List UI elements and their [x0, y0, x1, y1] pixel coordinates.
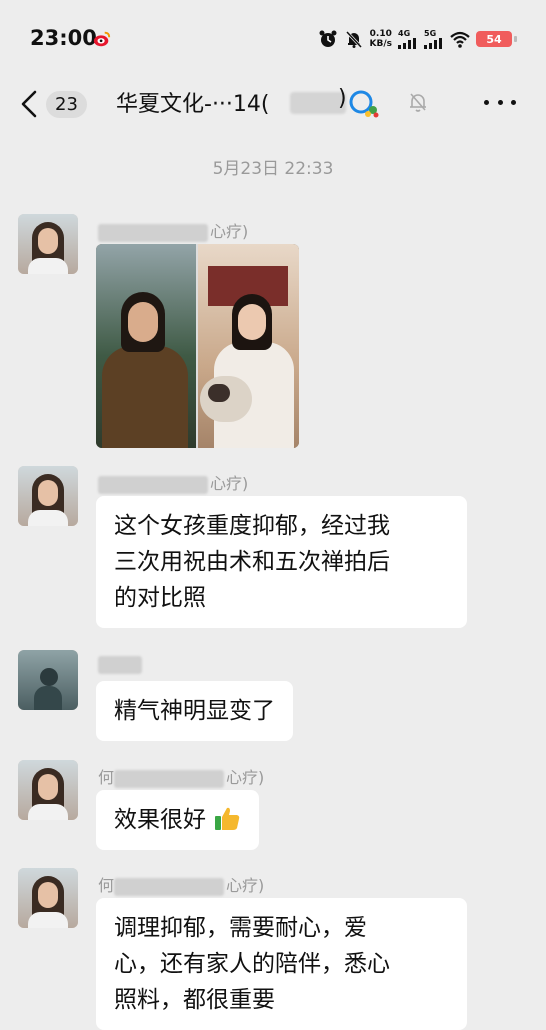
sender-name: 心疗): [98, 470, 248, 494]
text-message-bubble[interactable]: 精气神明显变了: [96, 681, 293, 741]
net1-label: 4G: [398, 29, 411, 38]
status-time: 23:00: [30, 26, 97, 50]
mute-notification-icon[interactable]: [406, 90, 430, 114]
sender-redaction: [114, 877, 225, 896]
network-speed: 0.10 KB/s: [370, 29, 392, 49]
message-line: 心，还有家人的陪伴，悉心: [114, 951, 390, 977]
status-bar: 23:00 0.10 KB/s 4G 5G 54: [0, 0, 546, 78]
sender-name: [98, 654, 144, 674]
avatar[interactable]: [18, 466, 78, 526]
alarm-icon: [319, 30, 337, 47]
chat-title[interactable]: 华夏文化-···14(: [116, 86, 270, 118]
unread-count-badge: 23: [46, 90, 87, 118]
silent-bell-icon: [345, 30, 362, 49]
avatar[interactable]: [18, 214, 78, 274]
dot-icon: [511, 99, 516, 105]
signal-bars-icon: [398, 38, 416, 49]
chevron-left-icon: [21, 90, 37, 118]
message-line: 效果很好: [114, 807, 206, 833]
sender-name: 心疗): [98, 218, 248, 242]
text-message-bubble[interactable]: 效果很好: [96, 790, 260, 850]
weibo-icon: [93, 31, 111, 47]
avatar[interactable]: [18, 650, 78, 710]
image-message[interactable]: [96, 244, 299, 448]
sender-redaction: [114, 769, 225, 788]
status-icons: 0.10 KB/s 4G 5G 54: [318, 26, 517, 52]
text-message-bubble[interactable]: 调理抑郁，需要耐心，爱 心，还有家人的陪伴，悉心 照料，都很重要: [96, 898, 467, 1030]
message-line: 精气神明显变了: [114, 698, 275, 724]
signal-5g: 5G: [424, 29, 444, 49]
sender-redaction: [98, 223, 208, 242]
message-line: 这个女孩重度抑郁，经过我: [114, 513, 390, 539]
message-timestamp: 5月23日 22:33: [212, 159, 334, 179]
back-button[interactable]: 23: [20, 84, 92, 124]
speed-unit: KB/s: [369, 39, 392, 49]
message-line: 调理抑郁，需要耐心，爱: [114, 915, 367, 941]
dot-icon: [484, 99, 489, 105]
signal-4g: 4G: [398, 29, 418, 49]
chat-header: 23 华夏文化-···14( ): [0, 78, 546, 134]
sender-redaction: [98, 475, 208, 494]
message-line: 照料，都很重要: [114, 987, 275, 1013]
sender-redaction: [98, 655, 142, 674]
text-message-bubble[interactable]: 这个女孩重度抑郁，经过我 三次用祝由术和五次禅拍后 的对比照: [96, 496, 467, 628]
group-chat-icon[interactable]: [346, 88, 380, 118]
avatar[interactable]: [18, 868, 78, 928]
sender-name: 何心疗): [98, 768, 265, 788]
message-line: 的对比照: [114, 585, 206, 611]
more-options-button[interactable]: [484, 90, 516, 114]
thumbs-up-icon: [215, 807, 240, 830]
battery-indicator: 54: [476, 31, 517, 47]
wifi-icon: [450, 31, 470, 48]
avatar[interactable]: [18, 760, 78, 820]
signal-bars-icon: [424, 38, 442, 49]
sender-name: 何心疗): [98, 876, 265, 896]
dot-icon: [497, 99, 503, 105]
message-line: 三次用祝由术和五次禅拍后: [114, 549, 390, 575]
net2-label: 5G: [424, 29, 437, 38]
speed-value: 0.10: [369, 29, 392, 39]
